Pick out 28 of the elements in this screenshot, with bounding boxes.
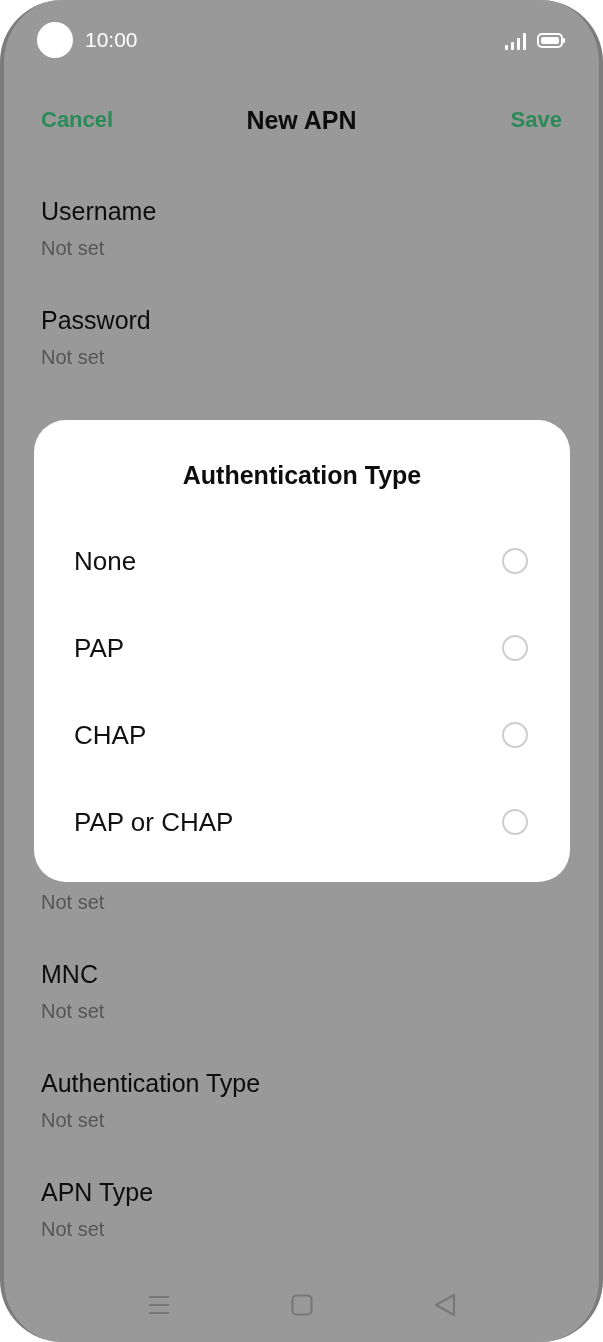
square-icon[interactable] (290, 1294, 313, 1316)
dialog-title: Authentication Type (181, 460, 423, 490)
option-label[interactable]: PAP or CHAP (74, 805, 234, 838)
setting-label[interactable]: Password (41, 305, 151, 335)
option-label[interactable]: CHAP (74, 718, 147, 751)
option-label[interactable]: None (74, 544, 137, 577)
status-time: 10:00 (85, 27, 138, 53)
back-icon[interactable] (433, 1293, 456, 1317)
screen-title: New APN (246, 105, 357, 135)
option-label[interactable]: PAP (74, 631, 125, 664)
setting-value: Not set (41, 1108, 105, 1132)
menu-icon[interactable] (147, 1296, 170, 1314)
radio-button[interactable] (502, 634, 528, 661)
setting-label[interactable]: MNC (41, 959, 98, 989)
signal-icon (505, 32, 527, 50)
radio-button[interactable] (502, 547, 528, 574)
setting-value: Not set (41, 345, 105, 369)
setting-label[interactable]: APN Type (41, 1177, 154, 1207)
setting-label[interactable]: Username (41, 196, 157, 226)
setting-value: Not set (41, 236, 105, 260)
radio-button[interactable] (502, 721, 528, 748)
status-circle-icon (37, 22, 73, 58)
battery-icon (537, 32, 565, 48)
radio-button[interactable] (502, 808, 528, 835)
setting-value: Not set (41, 999, 105, 1023)
setting-label[interactable]: Authentication Type (41, 1068, 261, 1098)
setting-value: Not set (41, 890, 105, 914)
setting-value: Not set (41, 1217, 105, 1241)
